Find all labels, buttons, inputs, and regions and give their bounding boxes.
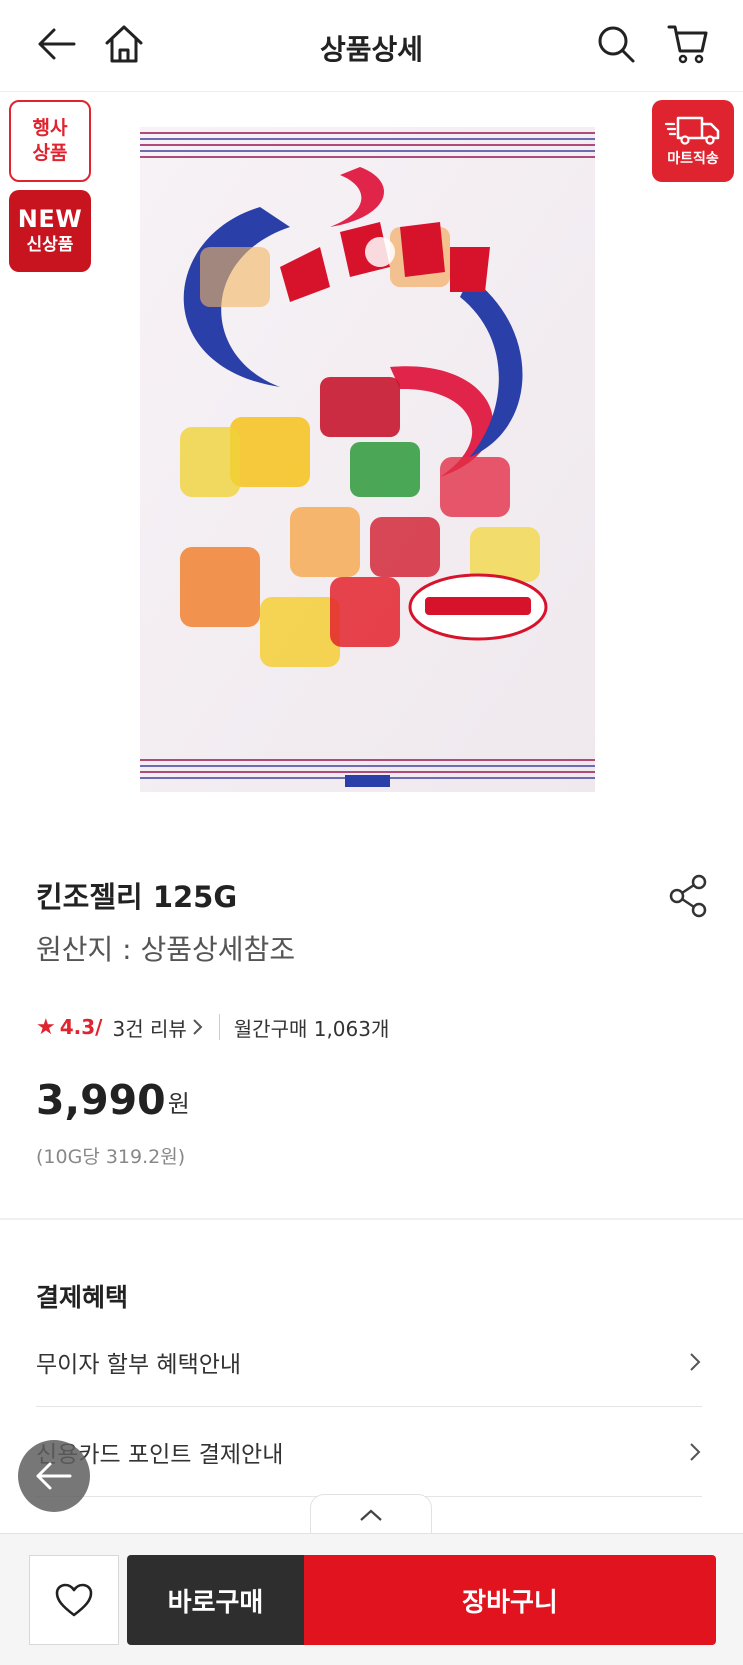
price-row: 3,990 원 (36, 1076, 190, 1124)
product-package-image (140, 127, 595, 792)
share-icon[interactable] (668, 874, 708, 918)
mart-delivery-label: 마트직송 (667, 151, 719, 167)
chevron-right-icon (690, 1442, 701, 1461)
divider (218, 1014, 220, 1040)
rating-value: 4.3/ (59, 1015, 103, 1039)
price-currency: 원 (167, 1090, 190, 1118)
heart-icon (55, 1583, 93, 1617)
new-badge-line2: 신상품 (26, 235, 74, 255)
benefits-title: 결제혜택 (36, 1283, 129, 1312)
collapse-toggle[interactable] (310, 1494, 432, 1534)
monthly-purchases: 월간구매 1,063개 (233, 1016, 390, 1041)
review-link[interactable]: 3건 리뷰 (112, 1013, 203, 1042)
chevron-right-icon (193, 1019, 203, 1035)
cart-icon[interactable] (664, 20, 712, 68)
chevron-right-icon (690, 1352, 701, 1371)
unit-price: (10G당 319.2원) (36, 1146, 186, 1168)
benefit-row-card-points[interactable]: 신용카드 포인트 결제안내 (36, 1407, 702, 1497)
review-count: 3건 리뷰 (112, 1016, 187, 1041)
mart-delivery-badge: 마트직송 (652, 100, 734, 182)
delivery-truck-icon (664, 116, 720, 145)
product-name: 킨조젤리 125G (36, 880, 238, 914)
new-badge-line1: NEW (17, 205, 83, 233)
add-to-cart-button[interactable]: 장바구니 (304, 1555, 716, 1645)
star-icon: ★ (36, 1014, 56, 1040)
new-product-badge: NEW 신상품 (9, 190, 91, 272)
section-divider (0, 1218, 743, 1220)
event-badge-line1: 행사 (32, 117, 68, 139)
event-badge-line2: 상품 (32, 142, 68, 164)
benefit-row-interest-free[interactable]: 무이자 할부 혜택안내 (36, 1317, 702, 1407)
search-icon[interactable] (592, 20, 640, 68)
wishlist-button[interactable] (29, 1555, 119, 1645)
rating-row: ★ 4.3/ 3건 리뷰 월간구매 1,063개 (36, 1012, 389, 1042)
product-price: 3,990 (36, 1076, 166, 1124)
chevron-up-icon (360, 1509, 382, 1521)
buy-now-button[interactable]: 바로구매 (127, 1555, 304, 1645)
event-product-badge: 행사 상품 (9, 100, 91, 182)
benefit-label: 무이자 할부 혜택안내 (36, 1351, 242, 1378)
product-origin: 원산지 : 상품상세참조 (36, 933, 296, 966)
back-arrow-icon (36, 1462, 72, 1490)
product-image-area[interactable]: 행사 상품 NEW 신상품 마트직송 (0, 92, 743, 822)
floating-back-button[interactable] (18, 1440, 90, 1512)
bottom-action-bar: 바로구매 장바구니 (0, 1533, 743, 1665)
top-app-bar: 상품상세 (0, 0, 743, 92)
